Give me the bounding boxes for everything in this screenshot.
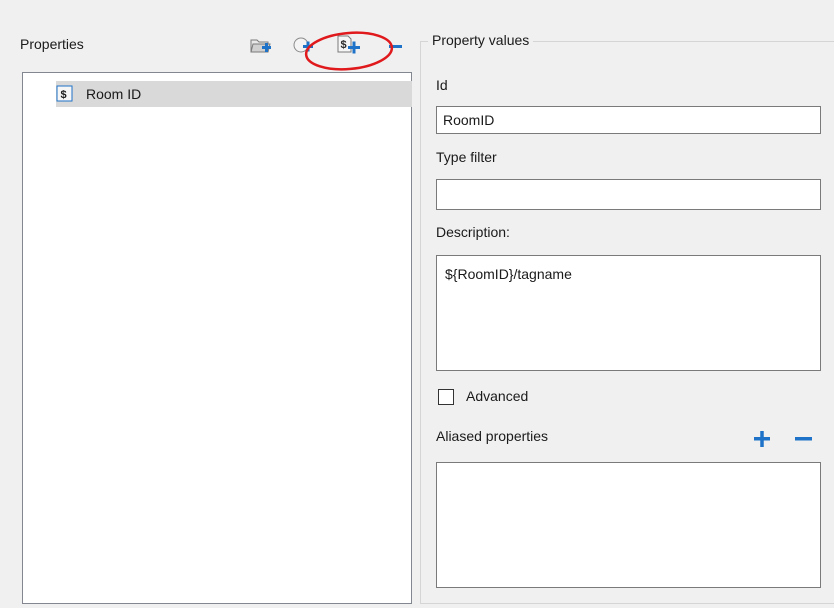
highlight-ellipse: [304, 31, 394, 71]
folder-add-icon: [250, 39, 271, 53]
property-values-legend: Property values: [428, 32, 534, 48]
tree-item-room-id[interactable]: $ Room ID: [56, 81, 412, 107]
id-label: Id: [436, 77, 448, 93]
advanced-checkbox[interactable]: [438, 389, 454, 405]
advanced-label: Advanced: [466, 388, 529, 404]
description-textarea[interactable]: ${RoomID}/tagname: [436, 255, 821, 371]
tree-item-label: Room ID: [86, 86, 142, 102]
aliased-properties-label: Aliased properties: [436, 428, 549, 444]
type-filter-label: Type filter: [436, 149, 497, 165]
description-label: Description:: [436, 224, 510, 240]
plus-icon: [754, 431, 770, 447]
description-text: ${RoomID}/tagname: [445, 266, 572, 282]
properties-title: Properties: [20, 36, 84, 52]
type-filter-input[interactable]: [436, 179, 821, 210]
id-input[interactable]: [436, 106, 821, 134]
add-alias-button[interactable]: [752, 429, 772, 449]
svg-text:$: $: [61, 89, 67, 101]
properties-tree[interactable]: $ Room ID: [22, 72, 412, 604]
minus-icon: [795, 437, 812, 441]
remove-alias-button[interactable]: [793, 429, 815, 449]
aliased-properties-list[interactable]: [436, 462, 821, 588]
add-folder-button[interactable]: [250, 35, 272, 55]
dollar-icon: $: [56, 85, 73, 102]
